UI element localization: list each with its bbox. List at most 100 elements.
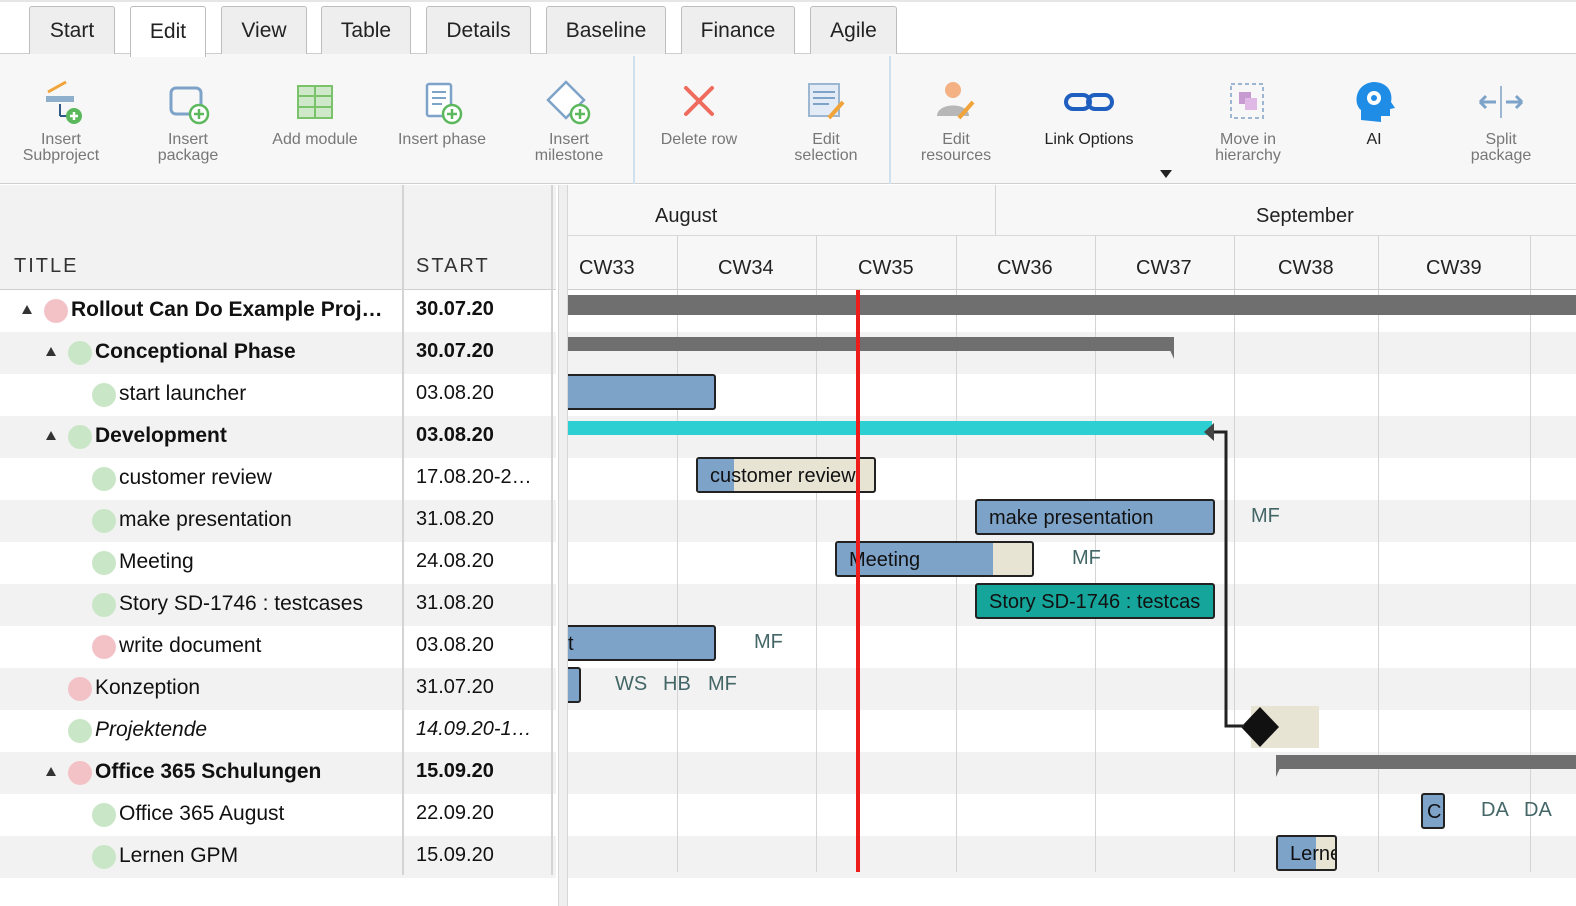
week-label: CW33: [579, 257, 635, 279]
row-title[interactable]: Development: [95, 424, 227, 448]
dependency-link-arrow[interactable]: [1202, 423, 1262, 733]
week-label: CW35: [858, 257, 914, 279]
insert-phase-button[interactable]: Insert phase: [379, 76, 505, 176]
task-bar-story[interactable]: Story SD-1746 : testcas: [975, 583, 1215, 619]
task-bar-label: Lerne: [1290, 843, 1337, 865]
collapse-caret-icon[interactable]: [46, 767, 56, 776]
move-in-hierarchy-button[interactable]: Move in hierarchy: [1185, 76, 1311, 176]
edit-selection-label: Edit selection: [794, 131, 858, 164]
table-row[interactable]: Konzeption 31.07.20: [0, 668, 556, 710]
collapse-caret-icon[interactable]: [46, 347, 56, 356]
table-row[interactable]: Conceptional Phase 30.07.20: [0, 332, 556, 374]
row-start: 14.09.20-1…: [416, 718, 532, 740]
table-row[interactable]: Office 365 Schulungen 15.09.20: [0, 752, 556, 794]
gantt-row: [568, 374, 1576, 416]
ai-button[interactable]: AI: [1311, 76, 1437, 176]
row-title[interactable]: Projektende: [95, 718, 207, 742]
resource-label: DA: [1481, 799, 1509, 821]
gantt-row: [568, 626, 1576, 668]
resource-label: MF: [1072, 547, 1101, 569]
link-icon: [1064, 93, 1114, 111]
status-dot-icon: [68, 341, 92, 365]
table-row[interactable]: Story SD-1746 : testcases 31.08.20: [0, 584, 556, 626]
column-header-start[interactable]: START: [416, 255, 490, 278]
tab-agile[interactable]: Agile: [810, 6, 897, 55]
edit-selection-icon: [808, 83, 845, 120]
edit-selection-button[interactable]: Edit selection: [763, 76, 889, 176]
tab-table[interactable]: Table: [321, 6, 411, 55]
table-row[interactable]: make presentation 31.08.20: [0, 500, 556, 542]
row-title[interactable]: Office 365 August: [119, 802, 284, 826]
row-start: 24.08.20: [416, 550, 494, 572]
edit-resources-label: Edit resources: [920, 131, 992, 164]
edit-resources-icon: [937, 82, 975, 120]
tab-baseline[interactable]: Baseline: [546, 6, 666, 55]
table-row[interactable]: Lernen GPM 15.09.20: [0, 836, 556, 878]
collapse-caret-icon[interactable]: [46, 431, 56, 440]
row-title[interactable]: customer review: [119, 466, 272, 490]
row-title[interactable]: Office 365 Schulungen: [95, 760, 321, 784]
task-bar-customer-review[interactable]: customer review: [696, 457, 876, 493]
ribbon-separator: [889, 56, 891, 184]
row-title[interactable]: Meeting: [119, 550, 194, 574]
row-title[interactable]: Lernen GPM: [119, 844, 238, 868]
chevron-down-icon[interactable]: [1158, 167, 1174, 181]
link-options-button[interactable]: Link Options: [1026, 76, 1152, 176]
project-summary-bar[interactable]: [568, 295, 1576, 315]
tab-details[interactable]: Details: [426, 6, 531, 55]
month-label: September: [1256, 205, 1354, 227]
task-bar-konzeption[interactable]: [568, 667, 581, 703]
gantt-timescale-header: August September CW33 CW34 CW35 CW36 CW3…: [568, 185, 1576, 290]
column-header-title[interactable]: TITLE: [14, 255, 78, 278]
row-title[interactable]: make presentation: [119, 508, 292, 532]
insert-milestone-icon: [546, 80, 591, 125]
table-row[interactable]: Rollout Can Do Example Proj… 30.07.20: [0, 290, 556, 332]
phase-summary-bar[interactable]: [568, 337, 1172, 351]
task-bar-make-presentation[interactable]: make presentation: [975, 499, 1215, 535]
table-row[interactable]: Office 365 August 22.09.20: [0, 794, 556, 836]
collapse-caret-icon[interactable]: [22, 305, 32, 314]
table-row[interactable]: Development 03.08.20: [0, 416, 556, 458]
table-row[interactable]: start launcher 03.08.20: [0, 374, 556, 416]
row-title[interactable]: Conceptional Phase: [95, 340, 296, 364]
task-bar-lernen-gpm[interactable]: Lerne: [1276, 835, 1337, 871]
tab-start[interactable]: Start: [29, 6, 115, 55]
insert-milestone-button[interactable]: Insert milestone: [506, 76, 632, 176]
add-module-button[interactable]: Add module: [252, 76, 378, 176]
row-title[interactable]: write document: [119, 634, 261, 658]
row-title[interactable]: start launcher: [119, 382, 246, 406]
status-dot-icon: [92, 467, 116, 491]
edit-resources-button[interactable]: Edit resources: [893, 76, 1019, 176]
tab-edit[interactable]: Edit: [130, 6, 206, 57]
split-package-label: Split package: [1470, 131, 1532, 164]
row-start: 22.09.20: [416, 802, 494, 824]
task-bar-start-launcher[interactable]: [568, 374, 716, 410]
row-start: 03.08.20: [416, 424, 494, 446]
row-title[interactable]: Story SD-1746 : testcases: [119, 592, 363, 616]
task-bar-meeting[interactable]: Meeting: [835, 541, 1034, 577]
task-bar-label: customer review: [710, 465, 856, 487]
delete-row-button[interactable]: Delete row: [636, 76, 762, 176]
add-module-icon: [297, 85, 333, 119]
office-summary-bar[interactable]: [1276, 755, 1576, 769]
split-package-button[interactable]: Split package: [1438, 76, 1564, 176]
table-row[interactable]: Projektende 14.09.20-1…: [0, 710, 556, 752]
row-title[interactable]: Rollout Can Do Example Proj…: [71, 298, 383, 322]
row-title[interactable]: Konzeption: [95, 676, 200, 700]
column-divider[interactable]: [402, 185, 404, 875]
table-row[interactable]: customer review 17.08.20-2…: [0, 458, 556, 500]
status-dot-icon: [68, 761, 92, 785]
task-bar-office-august[interactable]: C: [1421, 793, 1445, 829]
status-dot-icon: [92, 593, 116, 617]
move-in-hierarchy-icon: [1230, 83, 1264, 119]
table-row[interactable]: Meeting 24.08.20: [0, 542, 556, 584]
tab-view[interactable]: View: [221, 6, 307, 55]
insert-subproject-button[interactable]: Insert Subproject: [0, 76, 124, 176]
task-bar-write-document[interactable]: t: [568, 625, 716, 661]
table-row[interactable]: write document 03.08.20: [0, 626, 556, 668]
add-module-label: Add module: [272, 131, 358, 148]
tab-finance[interactable]: Finance: [681, 6, 795, 55]
insert-package-button[interactable]: Insert package: [125, 76, 251, 176]
phase-bar-development[interactable]: [568, 421, 1212, 435]
grid-gantt-splitter[interactable]: [558, 185, 568, 906]
